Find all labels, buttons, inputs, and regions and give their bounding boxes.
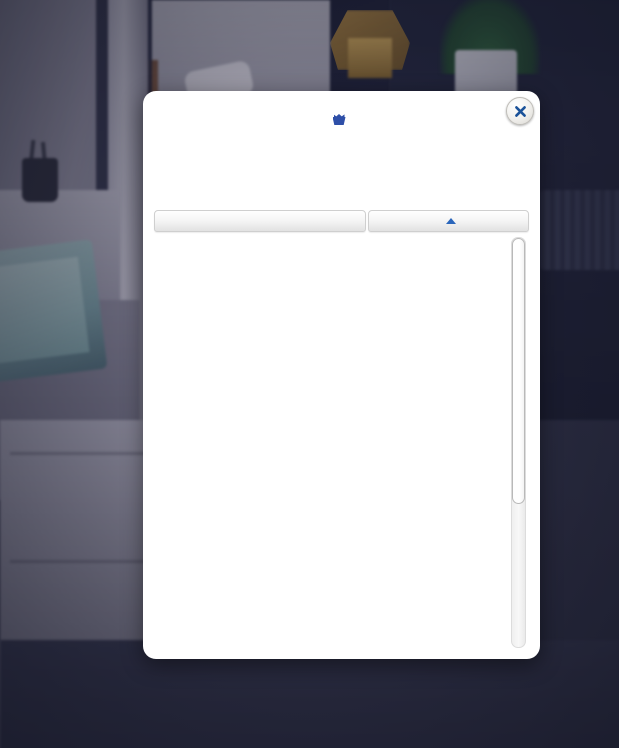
scrollbar-thumb[interactable] <box>512 238 525 504</box>
perks-table <box>154 210 529 648</box>
column-header-perk-name[interactable] <box>154 210 366 232</box>
sort-ascending-caret-icon <box>446 218 456 224</box>
available-points-value-row <box>143 114 540 125</box>
scrollbar[interactable] <box>511 237 526 648</box>
perk-point-icon <box>333 114 346 125</box>
table-column-headers <box>154 210 529 232</box>
close-button[interactable] <box>506 97 534 125</box>
close-icon <box>514 105 526 117</box>
perks-list-viewport <box>154 235 529 648</box>
perks-list <box>154 235 512 648</box>
vet-perks-dialog <box>143 91 540 659</box>
page-title <box>143 91 540 104</box>
column-header-perk-points-cost[interactable] <box>368 210 529 232</box>
